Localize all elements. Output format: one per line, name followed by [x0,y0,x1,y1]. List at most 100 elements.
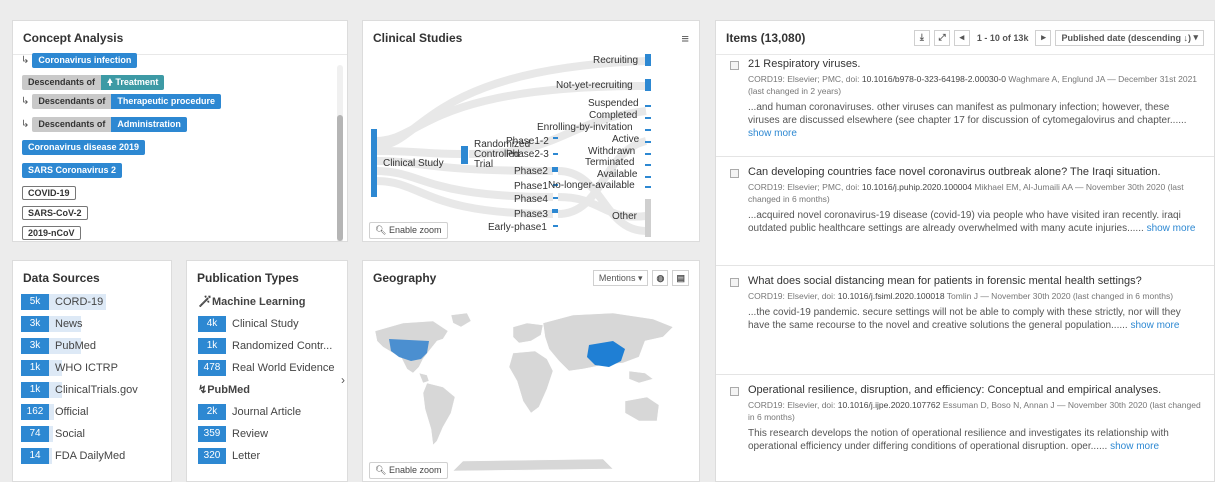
sankey-node-enrolling [645,129,651,131]
publication-type-row[interactable]: 478 Real World Evidence [198,359,338,376]
item-doi-link[interactable]: 10.1016/j.ijpe.2020.107762 [838,400,941,410]
concept-tag[interactable]: Therapeutic procedure [111,94,221,109]
show-more-link[interactable]: show more [1130,320,1179,331]
item-checkbox[interactable] [730,169,739,178]
count-badge: 5k [21,293,49,310]
sankey-label: Phase4 [514,194,548,205]
data-source-label: ClinicalTrials.gov [55,383,138,396]
download-icon[interactable]: ⤓ [913,29,930,46]
show-more-link[interactable]: show more [1110,441,1159,452]
panel-title: Publication Types [197,271,299,285]
count-badge: 2k [198,403,226,420]
panel-title: Items (13,080) [726,30,806,45]
concept-row-sars2: SARS Coronavirus 2 [22,163,123,178]
sankey-label: Enrolling-by-invitation [537,122,633,133]
sankey-node-available [645,176,651,178]
map-south-america [422,382,456,446]
concept-row-coronavirus-infection: ↳ Coronavirus infection [21,53,138,68]
publication-type-row[interactable]: 4k Clinical Study [198,315,338,332]
descendants-of-label[interactable]: Descendants of [32,117,112,132]
items-toolbar: ⤓ ⤢ ◂ 1 - 10 of 13k ▸ Published date (de… [913,29,1204,46]
prev-page-button[interactable]: ◂ [953,29,970,46]
concept-tag-outline[interactable]: 2019-nCoV [22,226,81,240]
item-title[interactable]: What does social distancing mean for pat… [748,274,1202,288]
items-header: Items (13,080) ⤓ ⤢ ◂ 1 - 10 of 13k ▸ Pub… [716,21,1214,55]
sankey-label: Phase1 [514,181,548,192]
descendants-of-label[interactable]: Descendants of [32,94,112,109]
publication-type-label: Randomized Contr... [232,339,333,352]
item-snippet-block: ...acquired novel coronavirus-19 disease… [748,209,1202,235]
next-page-button[interactable]: ▸ [1035,29,1052,46]
items-panel: Items (13,080) ⤓ ⤢ ◂ 1 - 10 of 13k ▸ Pub… [715,20,1215,482]
group-label: Machine Learning [211,296,306,308]
item-title[interactable]: Operational resilience, disruption, and … [748,383,1202,397]
data-source-row[interactable]: 3k PubMed [21,337,161,354]
result-item: Can developing countries face novel coro… [728,165,1202,235]
item-meta: CORD19: Elsevier; PMC, doi: 10.1016/b978… [748,73,1202,97]
publication-type-label: Review [232,427,269,440]
magnifier-icon: 🔍︎ [375,465,387,475]
descendants-of-label[interactable]: Descendants of [22,75,102,90]
chevron-right-icon[interactable]: › [341,373,345,387]
item-meta: CORD19: Elsevier, doi: 10.1016/j.fsiml.2… [748,290,1202,302]
map-europe [512,322,544,344]
group-heading-machine-learning: 🪄︎Machine Learning [198,295,306,308]
scrollbar-thumb[interactable] [337,115,343,241]
sankey-label: Other [612,211,638,222]
item-divider [716,265,1214,266]
sankey-label: Suspended [588,98,639,109]
result-item: Operational resilience, disruption, and … [728,383,1202,453]
item-doi-link[interactable]: 10.1016/j.puhip.2020.100004 [862,182,972,192]
count-badge: 74 [21,425,49,442]
item-title[interactable]: Can developing countries face novel coro… [748,165,1202,179]
sort-dropdown[interactable]: Published date (descending ↓) ▾ [1055,29,1204,46]
sankey-node-active [645,141,651,143]
group-heading-pubmed: ↯PubMed [198,383,250,396]
item-checkbox[interactable] [730,387,739,396]
count-badge: 1k [198,337,226,354]
item-snippet-block: ...the covid-19 pandemic. secure setting… [748,306,1202,332]
publication-type-row[interactable]: 1k Randomized Contr... [198,337,338,354]
publication-type-label: Clinical Study [232,317,299,330]
sankey-node-phase2 [552,167,558,172]
concept-tag[interactable]: Administration [111,117,187,132]
data-source-row[interactable]: 1k WHO ICTRP [21,359,161,376]
sankey-node-early-phase1 [553,225,558,227]
count-badge: 359 [198,425,226,442]
data-source-row[interactable]: 162 Official [21,403,161,420]
publication-type-row[interactable]: 2k Journal Article [198,403,338,420]
show-more-link[interactable]: show more [1147,223,1196,234]
sankey-label: Clinical Study [383,158,444,169]
item-doi-link[interactable]: 10.1016/b978-0-323-64198-2.00030-0 [862,74,1006,84]
enable-zoom-button[interactable]: 🔍︎ Enable zoom [369,222,448,239]
concept-tag[interactable]: Coronavirus infection [32,53,138,68]
data-source-label: FDA DailyMed [55,449,126,462]
concept-tag-outline[interactable]: COVID-19 [22,186,76,200]
zoom-label: Enable zoom [388,465,442,475]
data-source-label: WHO ICTRP [55,361,118,374]
panel-title: Concept Analysis [23,30,124,45]
data-source-row[interactable]: 74 Social [21,425,161,442]
count-badge: 3k [21,315,49,332]
data-source-row[interactable]: 14 FDA DailyMed [21,447,161,464]
show-more-link[interactable]: show more [748,128,797,139]
data-source-row[interactable]: 3k News [21,315,161,332]
item-doi-link[interactable]: 10.1016/j.fsiml.2020.100018 [838,291,945,301]
data-source-label: PubMed [55,339,96,352]
item-checkbox[interactable] [730,61,739,70]
publication-type-row[interactable]: 359 Review [198,425,338,442]
item-meta-source: CORD19: Elsevier; PMC, doi: [748,74,862,84]
item-title[interactable]: 21 Respiratory viruses. [748,57,1202,71]
concept-row-therapeutic: ↳ Descendants of Therapeutic procedure [21,94,221,109]
expand-icon[interactable]: ⤢ [933,29,950,46]
item-checkbox[interactable] [730,278,739,287]
concept-tag[interactable]: 🠝 Treatment [101,75,165,90]
enable-zoom-button[interactable]: 🔍︎ Enable zoom [369,462,448,479]
data-source-row[interactable]: 1k ClinicalTrials.gov [21,381,161,398]
concept-tag-outline[interactable]: SARS-CoV-2 [22,206,88,220]
data-source-row[interactable]: 5k CORD-19 [21,293,161,310]
concept-tag[interactable]: SARS Coronavirus 2 [22,163,123,178]
publication-type-row[interactable]: 320 Letter [198,447,338,464]
concept-row-treatment: Descendants of 🠝 Treatment [22,75,165,90]
concept-tag[interactable]: Coronavirus disease 2019 [22,140,146,155]
